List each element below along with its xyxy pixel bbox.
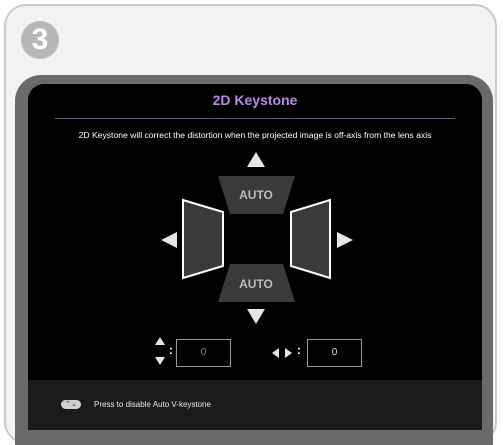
horizontal-value-field[interactable]: 0 [307, 339, 362, 367]
footer-hint: Press to disable Auto V-keystone [94, 400, 211, 409]
left-arrow-icon[interactable] [161, 232, 177, 248]
down-arrow-icon[interactable] [247, 309, 265, 324]
bottom-auto-label: AUTO [239, 277, 273, 291]
right-trapezoid[interactable] [290, 198, 331, 280]
dialog-footer: ⌃⌄ Press to disable Auto V-keystone [28, 380, 482, 430]
vertical-colon: : [169, 343, 173, 357]
up-arrow-icon[interactable] [247, 152, 265, 167]
top-auto-label: AUTO [239, 188, 273, 202]
vertical-value-field[interactable]: 0 [176, 339, 231, 367]
right-arrow-icon[interactable] [337, 232, 353, 248]
step-number-badge: 3 [21, 21, 59, 59]
horizontal-colon: : [297, 343, 301, 357]
left-trapezoid[interactable] [182, 198, 224, 280]
keystone-dialog: 2D Keystone 2D Keystone will correct the… [28, 84, 482, 430]
keystone-graphic [155, 152, 353, 365]
vertical-adjust-icon [155, 337, 165, 365]
horizontal-adjust-icon [272, 348, 292, 358]
remote-button-icon: ⌃⌄ [61, 400, 81, 409]
